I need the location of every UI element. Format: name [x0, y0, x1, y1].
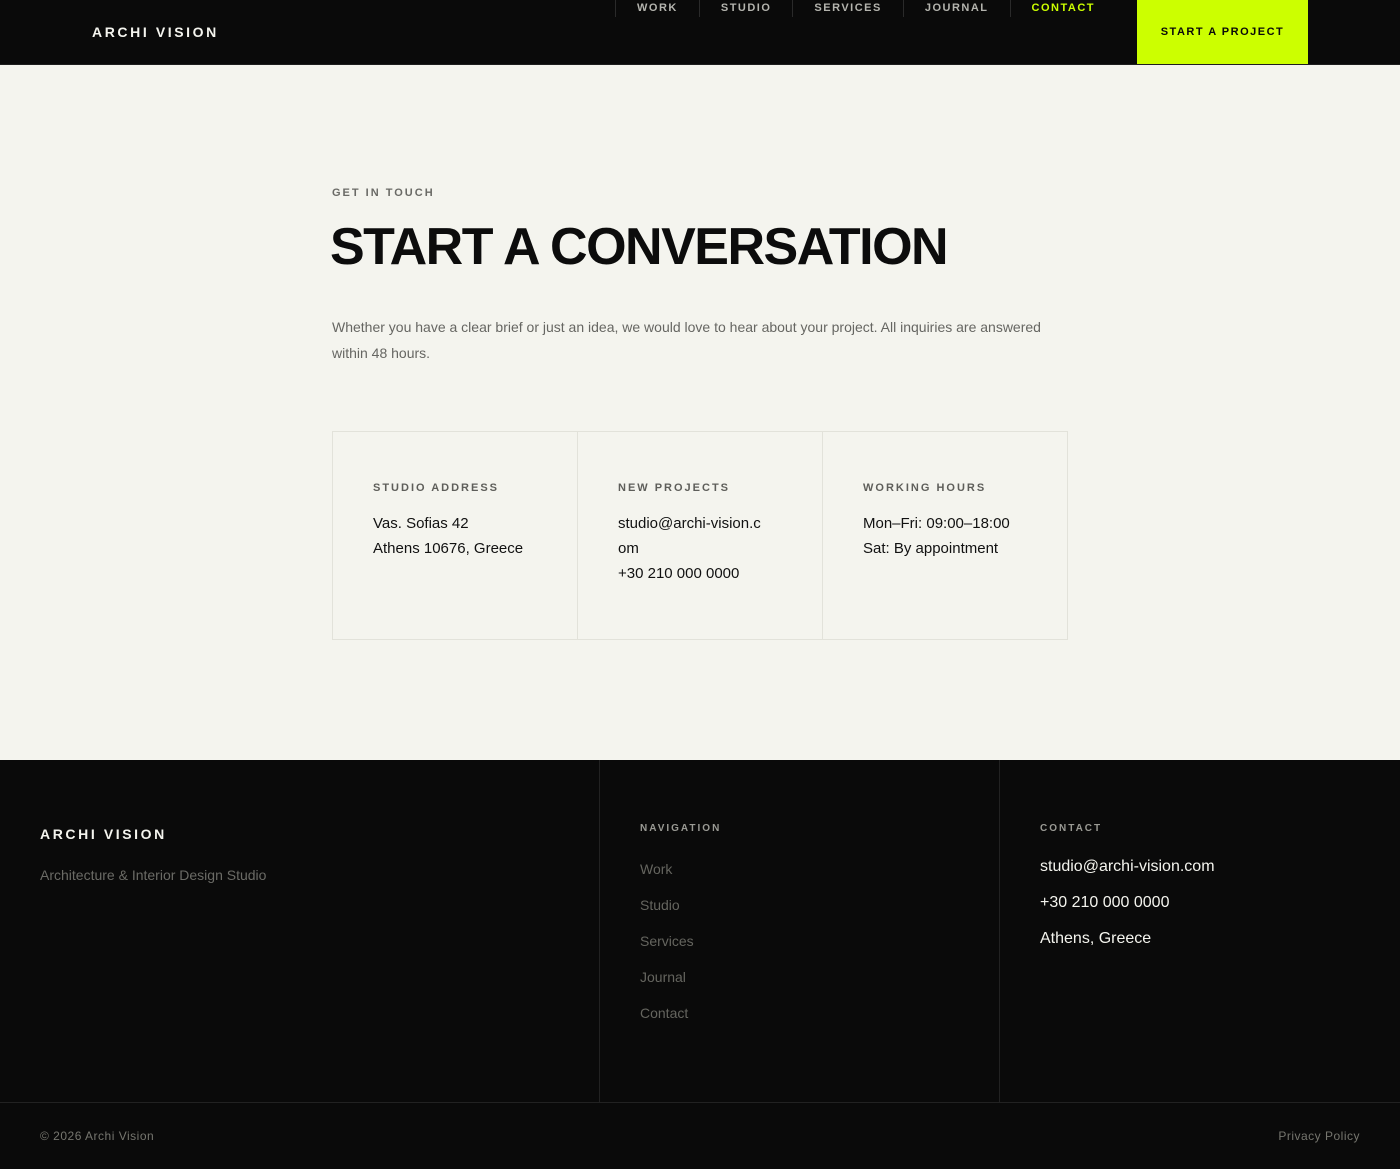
contact-section: GET IN TOUCH START A CONVERSATION Whethe… [0, 65, 1400, 760]
footer-nav-heading: NAVIGATION [640, 823, 722, 834]
footer-contact-heading: CONTACT [1040, 823, 1103, 834]
footer-link-journal[interactable]: Journal [640, 969, 686, 985]
card-label: STUDIO ADDRESS [373, 482, 499, 494]
page-title: START A CONVERSATION [330, 218, 949, 276]
copyright-text: © 2026 Archi Vision [40, 1129, 155, 1143]
footer-link-work[interactable]: Work [640, 861, 672, 877]
footer-bottom-bar: © 2026 Archi Vision Privacy Policy [0, 1102, 1400, 1169]
footer-contact-column: CONTACT studio@archi-vision.com +30 210 … [1000, 760, 1400, 1102]
privacy-policy-link[interactable]: Privacy Policy [1278, 1129, 1360, 1143]
nav-item-journal[interactable]: JOURNAL [902, 0, 1010, 17]
list-item: Journal [640, 969, 694, 1005]
footer-contact-list: studio@archi-vision.com +30 210 000 0000… [1040, 858, 1215, 966]
list-item: Services [640, 933, 694, 969]
hours-weekdays: Mon–Fri: 09:00–18:00 [863, 515, 1010, 532]
footer-phone-link[interactable]: +30 210 000 0000 [1040, 894, 1215, 930]
nav-item-work[interactable]: WORK [615, 0, 699, 17]
footer-link-contact[interactable]: Contact [640, 1005, 688, 1021]
site-footer: ARCHI VISION Architecture & Interior Des… [0, 760, 1400, 1169]
card-label: WORKING HOURS [863, 482, 987, 494]
nav-item-contact[interactable]: CONTACT [1009, 0, 1116, 17]
footer-location: Athens, Greece [1040, 930, 1152, 947]
footer-navigation-column: NAVIGATION Work Studio Services Journal … [600, 760, 1000, 1102]
footer-logo: ARCHI VISION [40, 826, 167, 842]
nav-item-services[interactable]: SERVICES [792, 0, 902, 17]
footer-link-studio[interactable]: Studio [640, 897, 680, 913]
site-header: ARCHI VISION WORK STUDIO SERVICES JOURNA… [0, 0, 1400, 65]
projects-email-link[interactable]: studio@archi-vision.com [618, 511, 768, 561]
main-nav: WORK STUDIO SERVICES JOURNAL CONTACT [615, 0, 1116, 17]
address-street: Vas. Sofias 42 [373, 515, 469, 532]
projects-phone-link[interactable]: +30 210 000 0000 [618, 561, 822, 586]
footer-link-services[interactable]: Services [640, 933, 694, 949]
start-project-button[interactable]: START A PROJECT [1137, 0, 1308, 64]
intro-text: Whether you have a clear brief or just a… [332, 319, 1041, 361]
address-city: Athens 10676, Greece [373, 540, 524, 557]
hours-saturday: Sat: By appointment [863, 540, 999, 557]
card-label: NEW PROJECTS [618, 482, 731, 494]
footer-email-link[interactable]: studio@archi-vision.com [1040, 858, 1215, 894]
footer-brand-column: ARCHI VISION Architecture & Interior Des… [0, 760, 600, 1102]
list-item: Contact [640, 1005, 694, 1041]
nav-item-studio[interactable]: STUDIO [698, 0, 793, 17]
footer-tagline: Architecture & Interior Design Studio [40, 867, 267, 883]
list-item: Studio [640, 897, 694, 933]
footer-nav-list: Work Studio Services Journal Contact [640, 861, 694, 1041]
card-studio-address: STUDIO ADDRESS Vas. Sofias 42 Athens 106… [333, 432, 578, 639]
site-logo[interactable]: ARCHI VISION [92, 24, 219, 40]
card-working-hours: WORKING HOURS Mon–Fri: 09:00–18:00 Sat: … [823, 432, 1067, 639]
contact-info-cards: STUDIO ADDRESS Vas. Sofias 42 Athens 106… [332, 431, 1068, 640]
section-eyebrow: GET IN TOUCH [332, 187, 435, 199]
card-new-projects: NEW PROJECTS studio@archi-vision.com +30… [578, 432, 823, 639]
list-item: Work [640, 861, 694, 897]
